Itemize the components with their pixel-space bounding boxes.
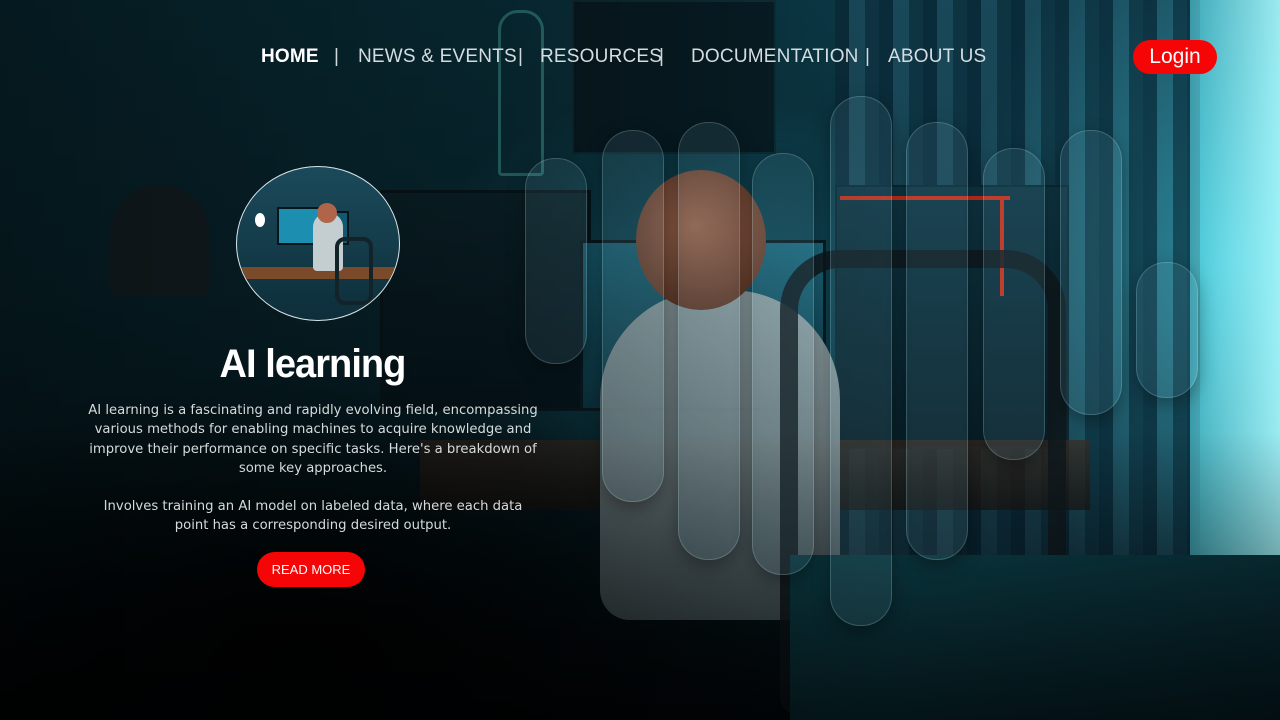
read-more-button[interactable]: READ MORE	[257, 552, 365, 587]
nav-separator: |	[518, 46, 523, 67]
glass-pill	[602, 130, 664, 502]
login-button[interactable]: Login	[1133, 40, 1217, 74]
nav-news-events[interactable]: NEWS & EVENTS	[358, 46, 517, 68]
nav-documentation[interactable]: DOCUMENTATION	[691, 46, 859, 68]
glass-pill	[752, 153, 814, 575]
hero-title: AI learning	[219, 342, 407, 386]
hero-thumbnail-image	[236, 166, 400, 321]
thumbnail-head	[317, 203, 337, 223]
thumbnail-chair	[335, 237, 373, 305]
glass-pill	[906, 122, 968, 560]
glass-pill	[983, 148, 1045, 460]
hero-description: AI learning is a fascinating and rapidly…	[88, 403, 538, 476]
glass-pill	[525, 158, 587, 364]
nav-separator: |	[865, 46, 870, 67]
nav-resources[interactable]: RESOURCES	[540, 46, 662, 68]
glass-pill	[1136, 262, 1198, 398]
nav-separator: |	[334, 46, 339, 67]
glass-pill	[678, 122, 740, 560]
top-navigation: HOME | NEWS & EVENTS | RESOURCES | DOCUM…	[0, 44, 1280, 72]
hero-description-secondary: Involves training an AI model on labeled…	[103, 499, 523, 534]
nav-home[interactable]: HOME	[261, 46, 319, 68]
glass-pill	[1060, 130, 1122, 415]
glass-pill	[830, 96, 892, 626]
nav-about-us[interactable]: ABOUT US	[888, 46, 986, 68]
nav-separator: |	[659, 46, 664, 67]
thumbnail-lamp	[255, 213, 265, 227]
